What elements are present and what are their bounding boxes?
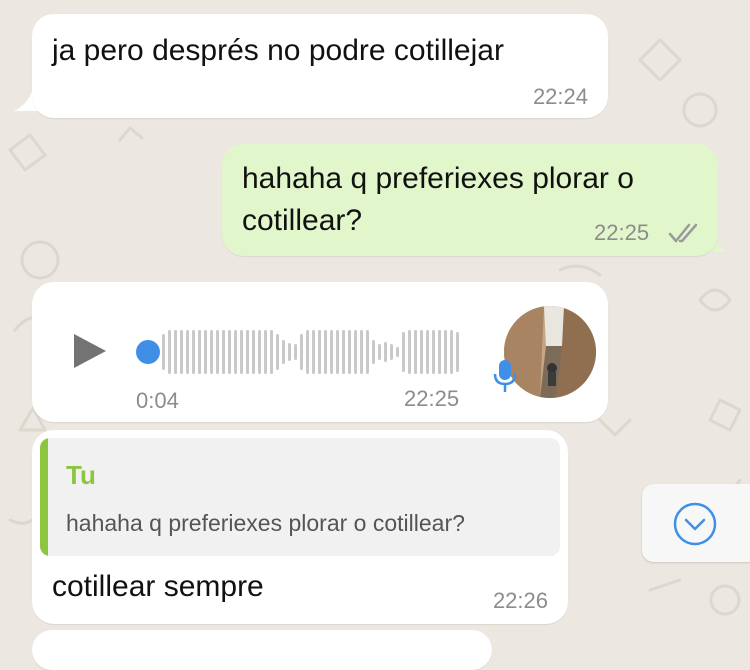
message-text: cotillear sempre [52,570,264,603]
reply-message-bubble[interactable]: Tu hahaha q preferiexes plorar o cotille… [32,430,568,624]
waveform-bar [378,344,381,360]
waveform-bar [294,344,297,360]
message-text-line-1: hahaha q preferiexes plorar o [242,162,634,195]
waveform-bar [306,330,309,374]
message-time: 22:25 [404,386,460,411]
waveform-bar [228,330,231,374]
waveform-bar [384,342,387,362]
voice-duration: 0:04 [136,388,179,413]
waveform-bar [342,330,345,374]
message-bubble-outgoing[interactable]: hahaha q preferiexes plorar o cotillear?… [222,144,718,256]
waveform-bar [276,334,279,370]
waveform-bar [222,330,225,374]
waveform-bar [210,330,213,374]
scroll-to-bottom-button[interactable] [642,484,750,562]
chevron-down-icon [673,502,717,546]
waveform-bar [300,334,303,370]
waveform-bar [336,330,339,374]
waveform-bar [450,330,453,374]
double-check-icon [668,223,698,243]
waveform-bar [174,330,177,374]
waveform-bar [282,340,285,364]
play-icon[interactable] [72,332,108,370]
waveform-bar [264,330,267,374]
quote-author: Tu [66,460,96,490]
waveform-bar [312,330,315,374]
waveform-bar [252,330,255,374]
waveform-bar [318,330,321,374]
waveform-bar [198,330,201,374]
waveform-bar [216,330,219,374]
quote-bar [40,438,48,556]
waveform-bar [426,330,429,374]
waveform-bar [444,330,447,374]
message-bubble-incoming[interactable]: ja pero després no podre cotillejar 22:2… [32,14,608,118]
waveform-bar [324,330,327,374]
waveform-bar [390,344,393,360]
microphone-icon [493,360,517,392]
waveform-bar [330,330,333,374]
next-message-bubble[interactable] [32,630,492,670]
quoted-message[interactable]: Tu hahaha q preferiexes plorar o cotille… [40,438,560,556]
waveform-bar [180,330,183,374]
quote-text: hahaha q preferiexes plorar o cotillear? [66,510,465,536]
waveform-bar [414,330,417,374]
message-text: ja pero després no podre cotillejar [52,34,504,67]
message-time: 22:26 [492,588,548,613]
waveform-bar [186,330,189,374]
waveform-bar [162,334,165,370]
waveform-bar [402,332,405,372]
waveform-bar [366,330,369,374]
waveform-bar [192,330,195,374]
voice-message-bubble[interactable]: 0:04 22:25 [32,282,608,422]
waveform-bar [360,330,363,374]
waveform-bar [258,330,261,374]
waveform-bar [246,330,249,374]
waveform-bar [456,332,459,372]
waveform-bar [234,330,237,374]
waveform-bar [204,330,207,374]
waveform-bar [240,330,243,374]
message-time: 22:25 [594,220,650,245]
waveform-bar [420,330,423,374]
waveform-bar [408,330,411,374]
waveform-bar [168,330,171,374]
voice-waveform[interactable] [154,322,466,382]
waveform-bar [348,330,351,374]
message-text-line-2: cotillear? [242,204,363,237]
waveform-bar [354,330,357,374]
waveform-bar [270,330,273,374]
message-time: 22:24 [532,84,588,109]
waveform-bar [432,330,435,374]
waveform-bar [396,347,399,357]
waveform-bar [372,340,375,364]
waveform-bar [288,343,291,361]
waveform-bar [438,330,441,374]
